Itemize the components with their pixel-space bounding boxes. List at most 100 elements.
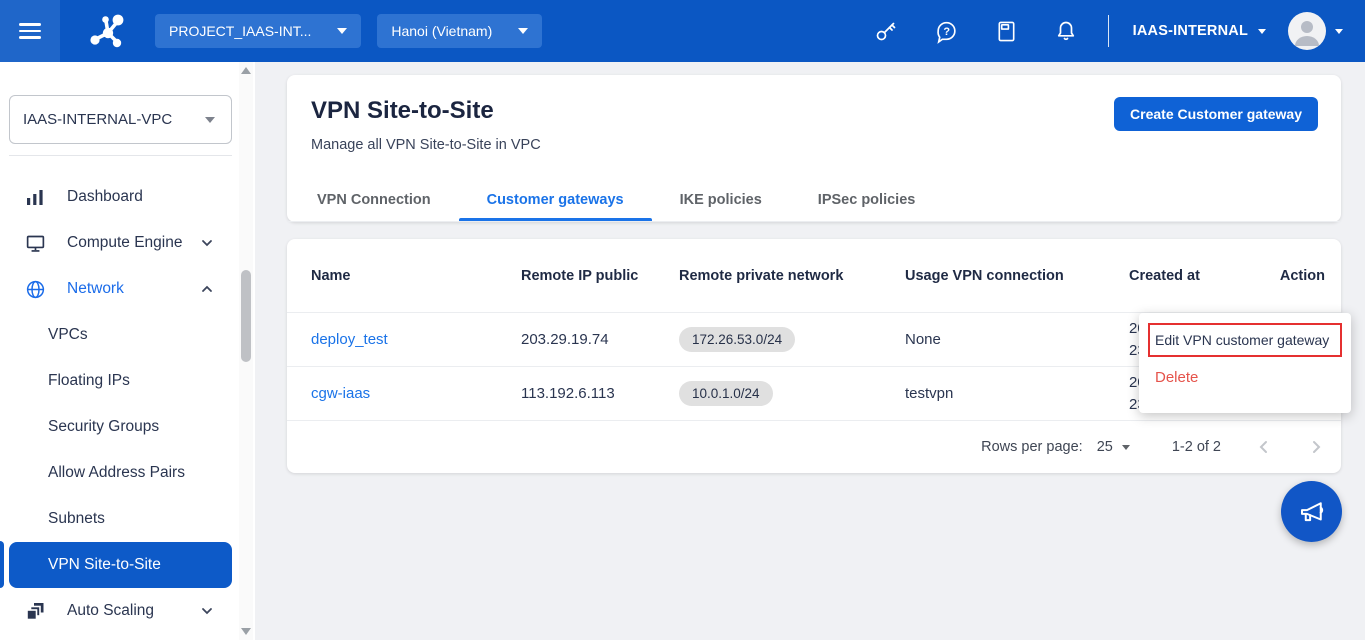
megaphone-icon xyxy=(1297,497,1327,527)
sidebar-item-label: VPN Site-to-Site xyxy=(48,556,161,574)
feedback-fab-button[interactable] xyxy=(1281,481,1342,542)
sidebar-item-label: Compute Engine xyxy=(67,234,182,252)
avatar-person-icon xyxy=(1288,12,1326,50)
caret-down-icon xyxy=(518,28,528,34)
account-label: IAAS-INTERNAL xyxy=(1133,23,1248,39)
remote-ip-value: 203.29.19.74 xyxy=(521,331,679,348)
hamburger-menu-button[interactable] xyxy=(0,0,60,62)
scroll-up-arrow-icon[interactable] xyxy=(241,67,251,74)
support-button[interactable]: ? xyxy=(934,19,959,44)
notification-bell-icon xyxy=(1054,19,1078,43)
sidebar-item-label: Dashboard xyxy=(67,188,143,206)
project-selector-label: PROJECT_IAAS-INT... xyxy=(169,23,311,39)
usage-vpn-connection-value: testvpn xyxy=(905,385,1129,402)
scrollbar-thumb[interactable] xyxy=(241,270,251,362)
sidebar-item-network[interactable]: Network xyxy=(0,266,238,312)
topbar-right-actions: ? IAAS-INTERNAL xyxy=(838,12,1365,50)
sidebar-item-label: Subnets xyxy=(48,510,105,528)
column-header-created-at: Created at xyxy=(1129,268,1253,284)
column-header-name: Name xyxy=(311,268,521,284)
topbar: PROJECT_IAAS-INT... Hanoi (Vietnam) ? xyxy=(0,0,1365,62)
vpc-selector-label: IAAS-INTERNAL-VPC xyxy=(23,111,172,128)
sidebar-item-compute-engine[interactable]: Compute Engine xyxy=(0,220,238,266)
row-action-context-menu: Edit VPN customer gateway Delete xyxy=(1139,313,1351,413)
chevron-up-icon xyxy=(200,282,214,296)
sidebar-scrollbar[interactable] xyxy=(239,62,253,640)
previous-page-button[interactable] xyxy=(1255,438,1273,456)
sidebar-item-label: VPCs xyxy=(48,326,88,344)
rows-per-page-label: Rows per page: xyxy=(981,439,1083,455)
sidebar-item-vpcs[interactable]: VPCs xyxy=(0,312,238,358)
region-selector[interactable]: Hanoi (Vietnam) xyxy=(377,14,542,48)
caret-down-icon xyxy=(1258,29,1266,34)
column-header-action: Action xyxy=(1253,268,1325,284)
chevron-left-icon xyxy=(1255,438,1273,456)
svg-text:?: ? xyxy=(943,26,950,38)
app-logo[interactable] xyxy=(60,10,155,52)
caret-down-icon xyxy=(337,28,347,34)
sidebar-item-auto-scaling[interactable]: Auto Scaling xyxy=(0,588,238,634)
gateway-name-link[interactable]: deploy_test xyxy=(311,331,388,348)
documentation-button[interactable] xyxy=(995,20,1018,43)
chevron-right-icon xyxy=(1307,438,1325,456)
next-page-button[interactable] xyxy=(1307,438,1325,456)
tab-ike-policies[interactable]: IKE policies xyxy=(652,178,790,221)
column-header-remote-private-network: Remote private network xyxy=(679,268,905,284)
notifications-button[interactable] xyxy=(1054,19,1078,43)
sidebar-item-floating-ips[interactable]: Floating IPs xyxy=(0,358,238,404)
caret-down-icon xyxy=(205,117,215,123)
tab-ipsec-policies[interactable]: IPSec policies xyxy=(790,178,944,221)
scroll-down-arrow-icon[interactable] xyxy=(241,628,251,635)
menu-item-delete[interactable]: Delete xyxy=(1139,357,1351,396)
account-menu-button[interactable]: IAAS-INTERNAL xyxy=(1133,23,1266,39)
sidebar-divider xyxy=(9,155,232,156)
rows-per-page-select[interactable]: 25 xyxy=(1097,439,1130,455)
sidebar-item-label: Network xyxy=(67,280,124,298)
chevron-down-icon xyxy=(200,236,214,250)
table-header-row: Name Remote IP public Remote private net… xyxy=(287,239,1341,312)
sidebar: IAAS-INTERNAL-VPC Dashboard xyxy=(0,62,255,640)
sidebar-item-subnets[interactable]: Subnets xyxy=(0,496,238,542)
sidebar-item-security-groups[interactable]: Security Groups xyxy=(0,404,238,450)
sidebar-item-label: Allow Address Pairs xyxy=(48,464,185,482)
caret-down-icon xyxy=(1122,445,1130,450)
avatar xyxy=(1288,12,1326,50)
rows-per-page-value: 25 xyxy=(1097,439,1113,455)
create-customer-gateway-button[interactable]: Create Customer gateway xyxy=(1114,97,1318,131)
chevron-down-icon xyxy=(200,604,214,618)
active-item-edge-indicator xyxy=(0,541,4,588)
sidebar-nav: Dashboard Compute Engine xyxy=(0,174,238,634)
docs-book-icon xyxy=(995,20,1018,43)
menu-item-edit-vpn-customer-gateway[interactable]: Edit VPN customer gateway xyxy=(1148,323,1342,357)
sidebar-item-vpn-site-to-site[interactable]: VPN Site-to-Site xyxy=(9,542,232,588)
key-icon xyxy=(874,19,898,43)
pagination-bar: Rows per page: 25 1-2 of 2 xyxy=(287,420,1341,473)
sidebar-item-label: Floating IPs xyxy=(48,372,130,390)
region-selector-label: Hanoi (Vietnam) xyxy=(391,23,492,39)
app-logo-molecule-icon xyxy=(87,10,129,52)
remote-private-network-chip: 10.0.1.0/24 xyxy=(679,381,773,406)
globe-icon xyxy=(23,279,47,300)
gateway-name-link[interactable]: cgw-iaas xyxy=(311,385,370,402)
sidebar-item-dashboard[interactable]: Dashboard xyxy=(0,174,238,220)
hamburger-menu-icon xyxy=(19,23,41,26)
pagination-range-label: 1-2 of 2 xyxy=(1172,439,1221,455)
dashboard-bars-icon xyxy=(23,187,47,207)
avatar-menu-button[interactable] xyxy=(1288,12,1343,50)
api-key-button[interactable] xyxy=(874,19,898,43)
tab-vpn-connection[interactable]: VPN Connection xyxy=(289,178,459,221)
tab-customer-gateways[interactable]: Customer gateways xyxy=(459,178,652,221)
support-chat-icon: ? xyxy=(934,19,959,44)
sidebar-item-label: Security Groups xyxy=(48,418,159,436)
usage-vpn-connection-value: None xyxy=(905,331,1129,348)
column-header-remote-ip: Remote IP public xyxy=(521,268,679,284)
sidebar-item-label: Auto Scaling xyxy=(67,602,154,620)
sidebar-item-allow-address-pairs[interactable]: Allow Address Pairs xyxy=(0,450,238,496)
vpc-selector[interactable]: IAAS-INTERNAL-VPC xyxy=(9,95,232,144)
monitor-icon xyxy=(23,233,47,254)
caret-down-icon xyxy=(1335,29,1343,34)
remote-private-network-chip: 172.26.53.0/24 xyxy=(679,327,795,352)
project-selector[interactable]: PROJECT_IAAS-INT... xyxy=(155,14,361,48)
topbar-divider xyxy=(1108,15,1109,47)
layered-squares-icon xyxy=(23,601,47,621)
